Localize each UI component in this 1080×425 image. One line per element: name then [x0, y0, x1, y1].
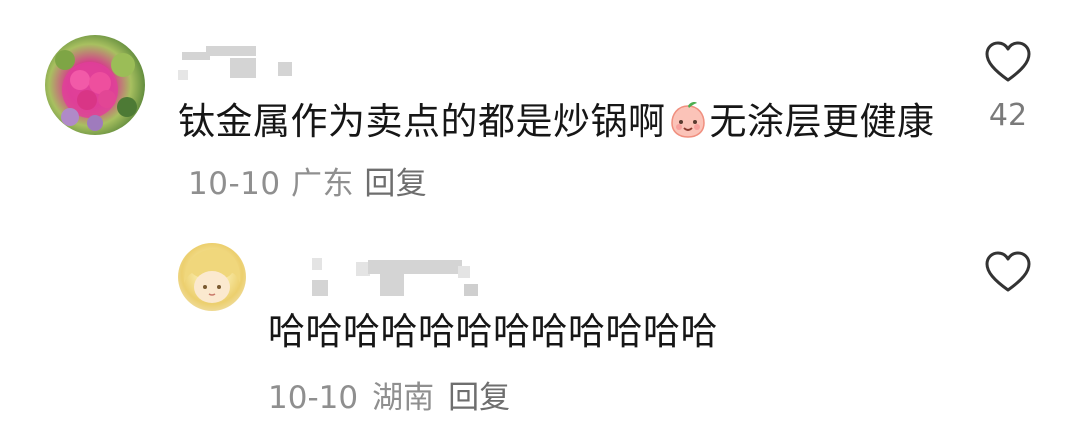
- comment-text-part-2: 无涂层更健康: [709, 100, 935, 143]
- heart-outline-icon: [985, 251, 1031, 292]
- like-button[interactable]: 42: [983, 40, 1033, 133]
- comment-text-part-1: 钛金属作为卖点的都是炒锅啊: [178, 100, 666, 143]
- reply-location: 湖南: [372, 380, 435, 416]
- like-count: 42: [988, 98, 1028, 133]
- avatar[interactable]: [45, 35, 145, 135]
- smiling-peach-emoji-icon: [670, 102, 705, 138]
- reply-comment-text: 哈哈哈哈哈哈哈哈哈哈哈哈: [268, 310, 718, 353]
- comment-location: 广东: [290, 166, 354, 202]
- comment-date: 10-10: [188, 166, 281, 202]
- username-blurred[interactable]: [178, 42, 298, 82]
- reply-meta: 10-10 湖南 回复: [268, 372, 524, 417]
- reply-date: 10-10: [268, 380, 359, 416]
- comment-text: 钛金属作为卖点的都是炒锅啊 无涂层更健康 10-10 广东 回复: [178, 92, 938, 214]
- username-blurred[interactable]: [268, 258, 508, 298]
- anime-avatar-image: [184, 249, 241, 303]
- avatar[interactable]: [178, 243, 246, 311]
- flower-avatar-image: [55, 50, 137, 131]
- reply-button[interactable]: 回复: [448, 380, 510, 416]
- comment-meta: 10-10 广东 回复: [188, 166, 427, 202]
- like-button[interactable]: [983, 250, 1033, 294]
- reply-button[interactable]: 回复: [364, 166, 427, 202]
- heart-outline-icon: [985, 41, 1031, 82]
